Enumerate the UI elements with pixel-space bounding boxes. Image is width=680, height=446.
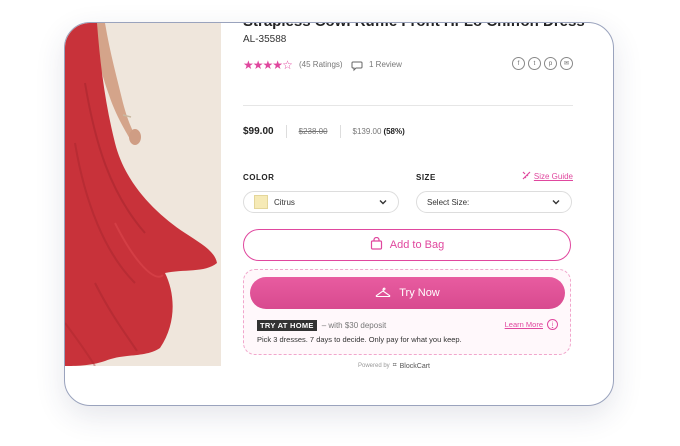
info-icon: i — [547, 319, 558, 330]
color-label: COLOR — [243, 173, 275, 182]
learn-more-label: Learn More — [504, 320, 543, 329]
try-now-label: Try Now — [399, 287, 440, 299]
share-icons: f t p ✉ — [512, 57, 573, 70]
try-now-button[interactable]: Try Now — [250, 277, 565, 309]
email-icon[interactable]: ✉ — [560, 57, 573, 70]
current-price: $99.00 — [243, 125, 274, 137]
size-select[interactable]: Select Size: — [416, 191, 572, 213]
blockcart-brand: BlockCart — [399, 362, 430, 370]
price-row: $99.00 $238.00 $139.00 (58%) — [243, 124, 405, 138]
ratings-count[interactable]: (45 Ratings) — [299, 60, 343, 69]
size-label: SIZE — [416, 173, 436, 182]
size-placeholder: Select Size: — [427, 197, 470, 207]
discount-percent: (58%) — [383, 126, 405, 136]
powered-by: Powered by ⌗ BlockCart — [358, 362, 430, 370]
price-separator — [339, 124, 341, 138]
product-card: Strapless Cowl Ruffle Front Hi-Lo Chiffo… — [64, 22, 614, 406]
star-rating[interactable]: ★★★★☆ — [243, 58, 293, 72]
add-to-bag-label: Add to Bag — [389, 239, 445, 251]
divider — [243, 105, 573, 106]
product-details: Strapless Cowl Ruffle Front Hi-Lo Chiffo… — [243, 23, 585, 403]
chevron-down-icon — [378, 197, 388, 209]
star-icon: ★ — [262, 58, 274, 72]
ruler-icon — [522, 171, 531, 182]
powered-by-label: Powered by — [358, 363, 390, 369]
try-at-home-line: TRY AT HOME – with $30 deposit — [257, 320, 386, 331]
star-icon: ★ — [252, 58, 264, 72]
size-guide-link[interactable]: Size Guide — [522, 171, 573, 182]
shopping-bag-icon — [370, 236, 383, 253]
speech-bubble-icon — [351, 59, 363, 77]
color-select[interactable]: Citrus — [243, 191, 399, 213]
size-guide-label: Size Guide — [533, 172, 573, 181]
learn-more-link[interactable]: Learn More i — [505, 319, 558, 330]
product-title: Strapless Cowl Ruffle Front Hi-Lo Chiffo… — [243, 23, 585, 30]
price-separator — [285, 124, 287, 138]
product-photo — [65, 23, 221, 366]
add-to-bag-button[interactable]: Add to Bag — [243, 229, 571, 261]
review-count[interactable]: 1 Review — [369, 60, 402, 69]
color-selected-value: Citrus — [274, 197, 295, 207]
try-at-home-description: Pick 3 dresses. 7 days to decide. Only p… — [257, 335, 462, 344]
dress-image — [65, 23, 221, 366]
star-outline-icon: ☆ — [282, 58, 293, 72]
chevron-down-icon — [551, 197, 561, 209]
product-sku: AL-35588 — [243, 34, 287, 45]
star-icon: ★ — [272, 58, 283, 72]
sale-price: $139.00 — [352, 126, 382, 136]
original-price: $238.00 — [298, 126, 328, 136]
pinterest-icon[interactable]: p — [544, 57, 557, 70]
try-at-home-badge: TRY AT HOME — [257, 320, 317, 331]
rating-row: ★★★★☆ (45 Ratings) 1 Review f t p ✉ — [243, 57, 573, 72]
color-swatch — [254, 195, 268, 209]
deposit-text: – with $30 deposit — [321, 321, 387, 330]
twitter-icon[interactable]: t — [528, 57, 541, 70]
star-icon: ★ — [243, 58, 254, 72]
blockcart-logo: ⌗ — [392, 362, 397, 369]
facebook-icon[interactable]: f — [512, 57, 525, 70]
hanger-icon — [375, 286, 391, 301]
try-at-home-panel: Try Now TRY AT HOME – with $30 deposit L… — [243, 269, 571, 355]
